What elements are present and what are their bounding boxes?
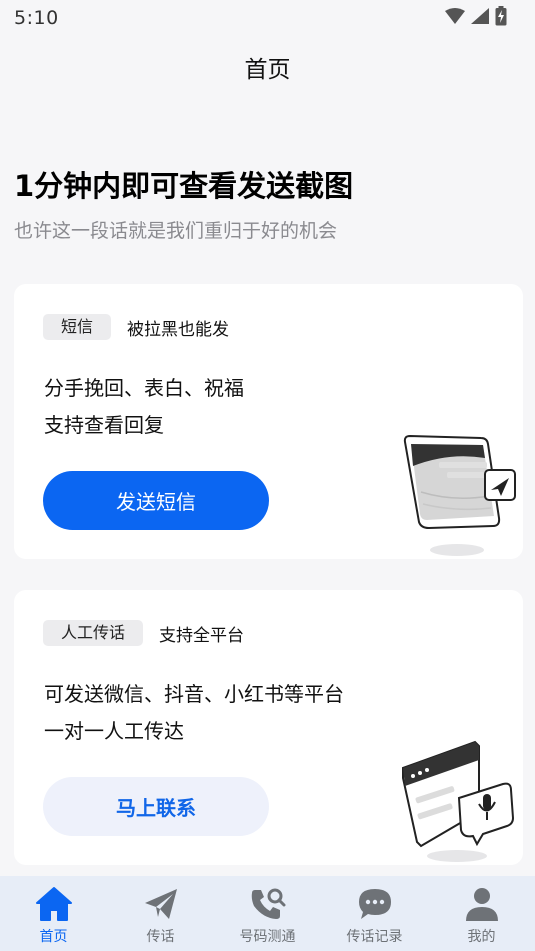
voice-message-illustration	[399, 738, 521, 870]
tab-relay-records-label: 传话记录	[346, 929, 403, 945]
chat-bubble-icon	[355, 884, 395, 924]
sms-tag-desc: 被拉黑也能发	[127, 319, 230, 340]
tab-profile[interactable]: 我的	[428, 876, 535, 951]
sms-line-2: 支持查看回复	[44, 413, 164, 437]
manual-tag-row: 人工传话 支持全平台	[43, 620, 244, 646]
manual-line-1: 可发送微信、抖音、小红书等平台	[44, 682, 344, 706]
battery-icon	[495, 6, 507, 30]
contact-now-button[interactable]: 马上联系	[43, 777, 269, 836]
sms-tag: 短信	[43, 314, 112, 340]
manual-relay-card: 人工传话 支持全平台 可发送微信、抖音、小红书等平台 一对一人工传达 马上联系	[14, 590, 523, 865]
phone-search-icon	[248, 884, 288, 924]
status-bar: 5:10	[0, 0, 535, 36]
phone-message-illustration	[399, 432, 521, 564]
sms-description: 分手挽回、表白、祝福 支持查看回复	[44, 370, 244, 444]
signal-icon	[471, 8, 489, 28]
tab-number-check-label: 号码测通	[239, 929, 296, 945]
manual-tag-desc: 支持全平台	[159, 625, 245, 646]
page-title: 首页	[244, 57, 291, 83]
manual-tag: 人工传话	[43, 620, 144, 646]
hero-title: 1分钟内即可查看发送截图	[14, 169, 354, 203]
bottom-tab-bar: 首页 传话 号码测通 传话记录 我的	[0, 876, 535, 951]
hero-subtitle: 也许这一段话就是我们重归于好的机会	[14, 220, 338, 242]
manual-description: 可发送微信、抖音、小红书等平台 一对一人工传达	[44, 676, 344, 750]
tab-relay-records[interactable]: 传话记录	[321, 876, 428, 951]
sms-line-1: 分手挽回、表白、祝福	[44, 376, 244, 400]
send-sms-button[interactable]: 发送短信	[43, 471, 269, 530]
status-time: 5:10	[14, 7, 59, 29]
tab-home-label: 首页	[39, 929, 68, 945]
home-icon	[34, 884, 74, 924]
status-icons	[445, 6, 507, 30]
user-icon	[462, 884, 502, 924]
tab-home[interactable]: 首页	[0, 876, 107, 951]
sms-card: 短信 被拉黑也能发 分手挽回、表白、祝福 支持查看回复 发送短信	[14, 284, 523, 559]
manual-line-2: 一对一人工传达	[44, 719, 184, 743]
tab-number-check[interactable]: 号码测通	[214, 876, 321, 951]
sms-tag-row: 短信 被拉黑也能发	[43, 314, 229, 340]
tab-relay-label: 传话	[146, 929, 175, 945]
wifi-icon	[445, 8, 465, 28]
tab-profile-label: 我的	[467, 929, 496, 945]
paper-plane-icon	[141, 884, 181, 924]
tab-relay[interactable]: 传话	[107, 876, 214, 951]
